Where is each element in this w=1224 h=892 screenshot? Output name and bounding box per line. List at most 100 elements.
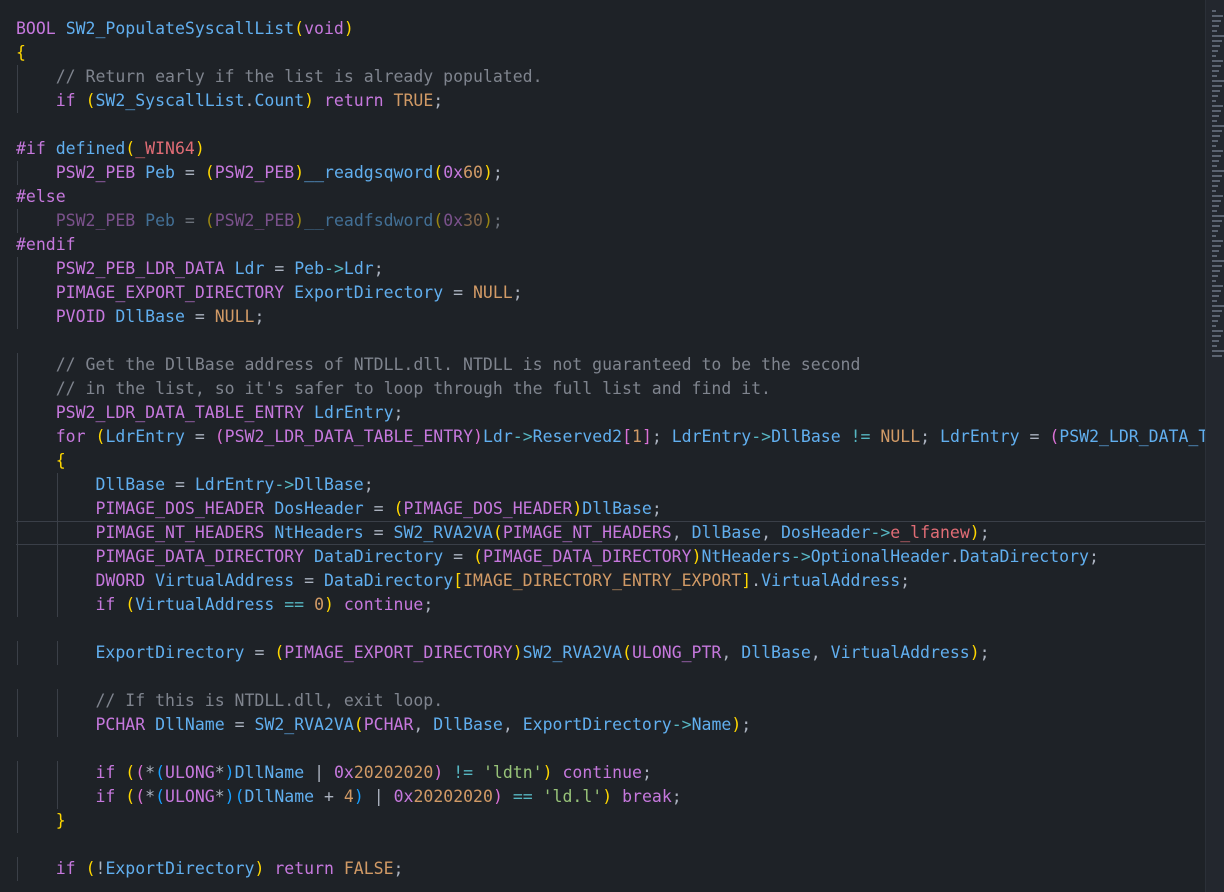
code-line[interactable]: if (SW2_SyscallList.Count) return TRUE; [16, 89, 1206, 113]
indent-guide [17, 761, 18, 785]
minimap-line [1212, 20, 1221, 22]
minimap-line [1212, 305, 1224, 307]
code-line[interactable]: for (LdrEntry = (PSW2_LDR_DATA_TABLE_ENT… [16, 425, 1206, 449]
minimap-line [1212, 125, 1224, 127]
minimap-line [1212, 275, 1218, 277]
code-line[interactable]: if (!ExportDirectory) return FALSE; [16, 857, 1206, 881]
minimap-line [1212, 40, 1222, 42]
minimap-line [1212, 70, 1219, 72]
indent-guide [17, 377, 18, 401]
indent-guide [17, 521, 18, 545]
code-line[interactable]: PSW2_PEB Peb = (PSW2_PEB)__readfsdword(0… [16, 209, 1206, 233]
minimap-line [1212, 55, 1216, 57]
minimap-line [1212, 65, 1221, 67]
indent-guide [17, 257, 18, 281]
code-line[interactable] [16, 617, 1206, 641]
indent-guide [56, 521, 58, 545]
indent-guide [56, 785, 58, 809]
code-line[interactable] [16, 665, 1206, 689]
indent-guide [17, 449, 18, 473]
minimap-line [1212, 115, 1219, 117]
minimap-line [1212, 290, 1221, 292]
minimap-line [1212, 225, 1220, 227]
minimap-line [1212, 110, 1221, 112]
code-line[interactable]: { [16, 41, 1206, 65]
code-editor[interactable]: BOOL SW2_PopulateSyscallList(void){ // R… [0, 0, 1224, 892]
minimap-line [1212, 100, 1216, 102]
minimap-line [1212, 160, 1219, 162]
code-line[interactable]: ExportDirectory = (PIMAGE_EXPORT_DIRECTO… [16, 641, 1206, 665]
code-line[interactable]: DllBase = LdrEntry->DllBase; [16, 473, 1206, 497]
code-line[interactable]: PVOID DllBase = NULL; [16, 305, 1206, 329]
code-line[interactable]: #if defined(_WIN64) [16, 137, 1206, 161]
minimap-line [1212, 340, 1219, 342]
code-line[interactable] [16, 833, 1206, 857]
code-line[interactable]: } [16, 809, 1206, 833]
minimap-line [1212, 45, 1220, 47]
code-line[interactable]: if ((*(ULONG*)(DllName + 4) | 0x20202020… [16, 785, 1206, 809]
code-line[interactable]: PSW2_LDR_DATA_TABLE_ENTRY LdrEntry; [16, 401, 1206, 425]
code-line[interactable]: #endif [16, 233, 1206, 257]
minimap-line [1212, 80, 1224, 82]
code-line[interactable]: // in the list, so it's safer to loop th… [16, 377, 1206, 401]
minimap-line [1212, 300, 1217, 302]
minimap-line [1212, 345, 1217, 347]
code-line[interactable]: PSW2_PEB Peb = (PSW2_PEB)__readgsqword(0… [16, 161, 1206, 185]
minimap-line [1212, 145, 1216, 147]
minimap-line [1212, 75, 1217, 77]
code-line[interactable]: #else [16, 185, 1206, 209]
minimap-line [1212, 295, 1219, 297]
minimap-line [1212, 320, 1218, 322]
code-line[interactable]: BOOL SW2_PopulateSyscallList(void) [16, 17, 1206, 41]
minimap-line [1212, 25, 1219, 27]
minimap-line [1212, 185, 1218, 187]
indent-guide [17, 857, 18, 881]
minimap-line [1212, 325, 1216, 327]
code-line[interactable]: DWORD VirtualAddress = DataDirectory[IMA… [16, 569, 1206, 593]
minimap-line [1212, 130, 1222, 132]
code-line[interactable]: PSW2_PEB_LDR_DATA Ldr = Peb->Ldr; [16, 257, 1206, 281]
indent-guide [17, 89, 18, 113]
minimap-line [1212, 135, 1220, 137]
minimap-line [1212, 210, 1217, 212]
indent-guide [17, 689, 18, 713]
indent-guide [17, 473, 18, 497]
indent-guide [56, 497, 58, 521]
minimap[interactable] [1206, 0, 1224, 892]
code-line[interactable] [16, 737, 1206, 761]
indent-guide [17, 353, 18, 377]
code-line[interactable]: PCHAR DllName = SW2_RVA2VA(PCHAR, DllBas… [16, 713, 1206, 737]
indent-guide [17, 545, 18, 569]
indent-guide [17, 641, 18, 665]
code-line[interactable] [16, 113, 1206, 137]
code-line[interactable]: // Return early if the list is already p… [16, 65, 1206, 89]
minimap-line [1212, 215, 1224, 217]
code-line[interactable]: PIMAGE_NT_HEADERS NtHeaders = SW2_RVA2VA… [16, 521, 1206, 545]
code-line[interactable]: // If this is NTDLL.dll, exit loop. [16, 689, 1206, 713]
indent-guide [56, 569, 58, 593]
minimap-line [1212, 235, 1216, 237]
code-line[interactable]: PIMAGE_EXPORT_DIRECTORY ExportDirectory … [16, 281, 1206, 305]
minimap-line [1212, 95, 1218, 97]
indent-guide [17, 593, 18, 617]
minimap-line [1212, 355, 1222, 357]
code-area[interactable]: BOOL SW2_PopulateSyscallList(void){ // R… [16, 17, 1206, 881]
indent-guide [17, 713, 18, 737]
code-line[interactable]: PIMAGE_DATA_DIRECTORY DataDirectory = (P… [16, 545, 1206, 569]
code-line[interactable]: PIMAGE_DOS_HEADER DosHeader = (PIMAGE_DO… [16, 497, 1206, 521]
code-line[interactable]: { [16, 449, 1206, 473]
minimap-line [1212, 335, 1221, 337]
code-line[interactable] [16, 329, 1206, 353]
code-line[interactable]: if ((*(ULONG*)DllName | 0x20202020) != '… [16, 761, 1206, 785]
indent-guide [56, 761, 58, 785]
minimap-line [1212, 245, 1221, 247]
minimap-line [1212, 120, 1217, 122]
minimap-line [1212, 230, 1218, 232]
indent-guide [17, 161, 18, 185]
minimap-line [1212, 315, 1220, 317]
code-line[interactable]: if (VirtualAddress == 0) continue; [16, 593, 1206, 617]
minimap-line [1212, 150, 1223, 152]
code-line[interactable]: // Get the DllBase address of NTDLL.dll.… [16, 353, 1206, 377]
indent-guide [17, 281, 18, 305]
minimap-line [1212, 180, 1220, 182]
